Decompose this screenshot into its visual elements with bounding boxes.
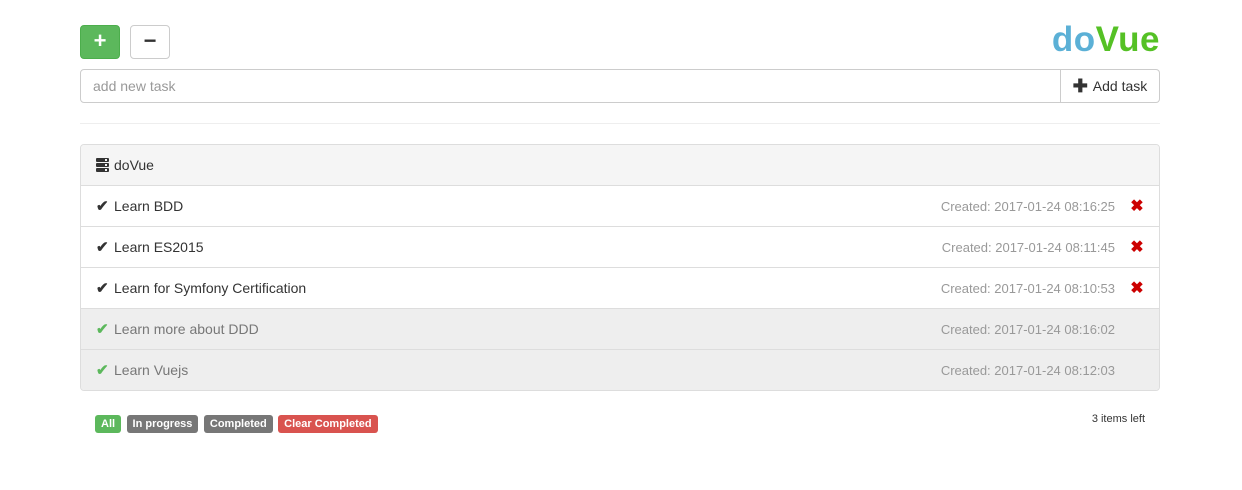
- task-row[interactable]: ✔ Learn BDD Created: 2017-01-24 08:16:25 ✖: [81, 186, 1159, 227]
- task-row[interactable]: ✔ Learn more about DDD Created: 2017-01-24…: [81, 309, 1159, 350]
- task-row[interactable]: ✔ Learn ES2015 Created: 2017-01-24 08:11:4…: [81, 227, 1159, 268]
- server-icon: [96, 158, 109, 172]
- remove-icon[interactable]: ✖: [1130, 278, 1144, 298]
- top-bar: + − doVue: [80, 0, 1160, 69]
- task-row[interactable]: ✔ Learn for Symfony Certification Created:…: [81, 268, 1159, 309]
- task-created-timestamp: Created: 2017-01-24 08:10:53: [940, 280, 1115, 296]
- items-left-count: 3 items left: [1091, 413, 1145, 425]
- task-title: Learn for Symfony Certification: [114, 280, 307, 296]
- task-title: Learn more about DDD: [114, 321, 259, 337]
- task-created-timestamp: Created: 2017-01-24 08:11:45: [941, 239, 1115, 255]
- remove-icon[interactable]: ✖: [1130, 196, 1144, 216]
- check-icon[interactable]: ✔: [96, 197, 110, 215]
- task-created-timestamp: Created: 2017-01-24 08:12:03: [940, 362, 1115, 378]
- expand-button[interactable]: +: [80, 25, 120, 59]
- add-task-label: Add task: [1092, 78, 1148, 94]
- logo-part-vue: Vue: [1095, 20, 1160, 59]
- filter-completed-button[interactable]: Completed: [203, 415, 273, 433]
- task-title: Learn Vuejs: [114, 362, 189, 378]
- check-icon[interactable]: ✔: [96, 361, 110, 379]
- plus-icon: ✚: [1072, 76, 1088, 96]
- footer: All In progress Completed Clear Complete…: [95, 413, 1145, 434]
- divider: [80, 123, 1160, 124]
- task-row[interactable]: ✔ Learn Vuejs Created: 2017-01-24 08:12:03: [81, 350, 1159, 390]
- filter-all-button[interactable]: All: [95, 415, 122, 433]
- collapse-button[interactable]: −: [130, 25, 170, 59]
- check-icon[interactable]: ✔: [96, 238, 110, 256]
- panel-heading: doVue: [81, 145, 1159, 186]
- task-panel: doVue ✔ Learn BDD Created: 2017-01-24 08:1…: [80, 144, 1160, 391]
- logo-part-do: do: [1051, 20, 1096, 59]
- task-title: Learn BDD: [114, 198, 184, 214]
- check-icon[interactable]: ✔: [96, 279, 110, 297]
- remove-icon[interactable]: ✖: [1130, 237, 1144, 257]
- check-icon[interactable]: ✔: [96, 320, 110, 338]
- app-logo: doVue: [1052, 20, 1160, 60]
- task-title: Learn ES2015: [114, 239, 204, 255]
- new-task-form: ✚ Add task: [80, 69, 1160, 103]
- filter-in-progress-button[interactable]: In progress: [126, 415, 199, 433]
- task-created-timestamp: Created: 2017-01-24 08:16:25: [940, 198, 1115, 214]
- clear-completed-button[interactable]: Clear Completed: [278, 415, 378, 433]
- add-task-button[interactable]: ✚ Add task: [1061, 69, 1160, 103]
- task-created-timestamp: Created: 2017-01-24 08:16:02: [940, 321, 1115, 337]
- app-container: + − doVue ✚ Add task doVue ✔Learn BDDCre…: [80, 0, 1160, 433]
- panel-title: doVue: [114, 157, 154, 173]
- task-list: ✔ Learn BDD Created: 2017-01-24 08:16:25 ✖ ✔…: [81, 186, 1159, 390]
- new-task-input[interactable]: [80, 69, 1061, 103]
